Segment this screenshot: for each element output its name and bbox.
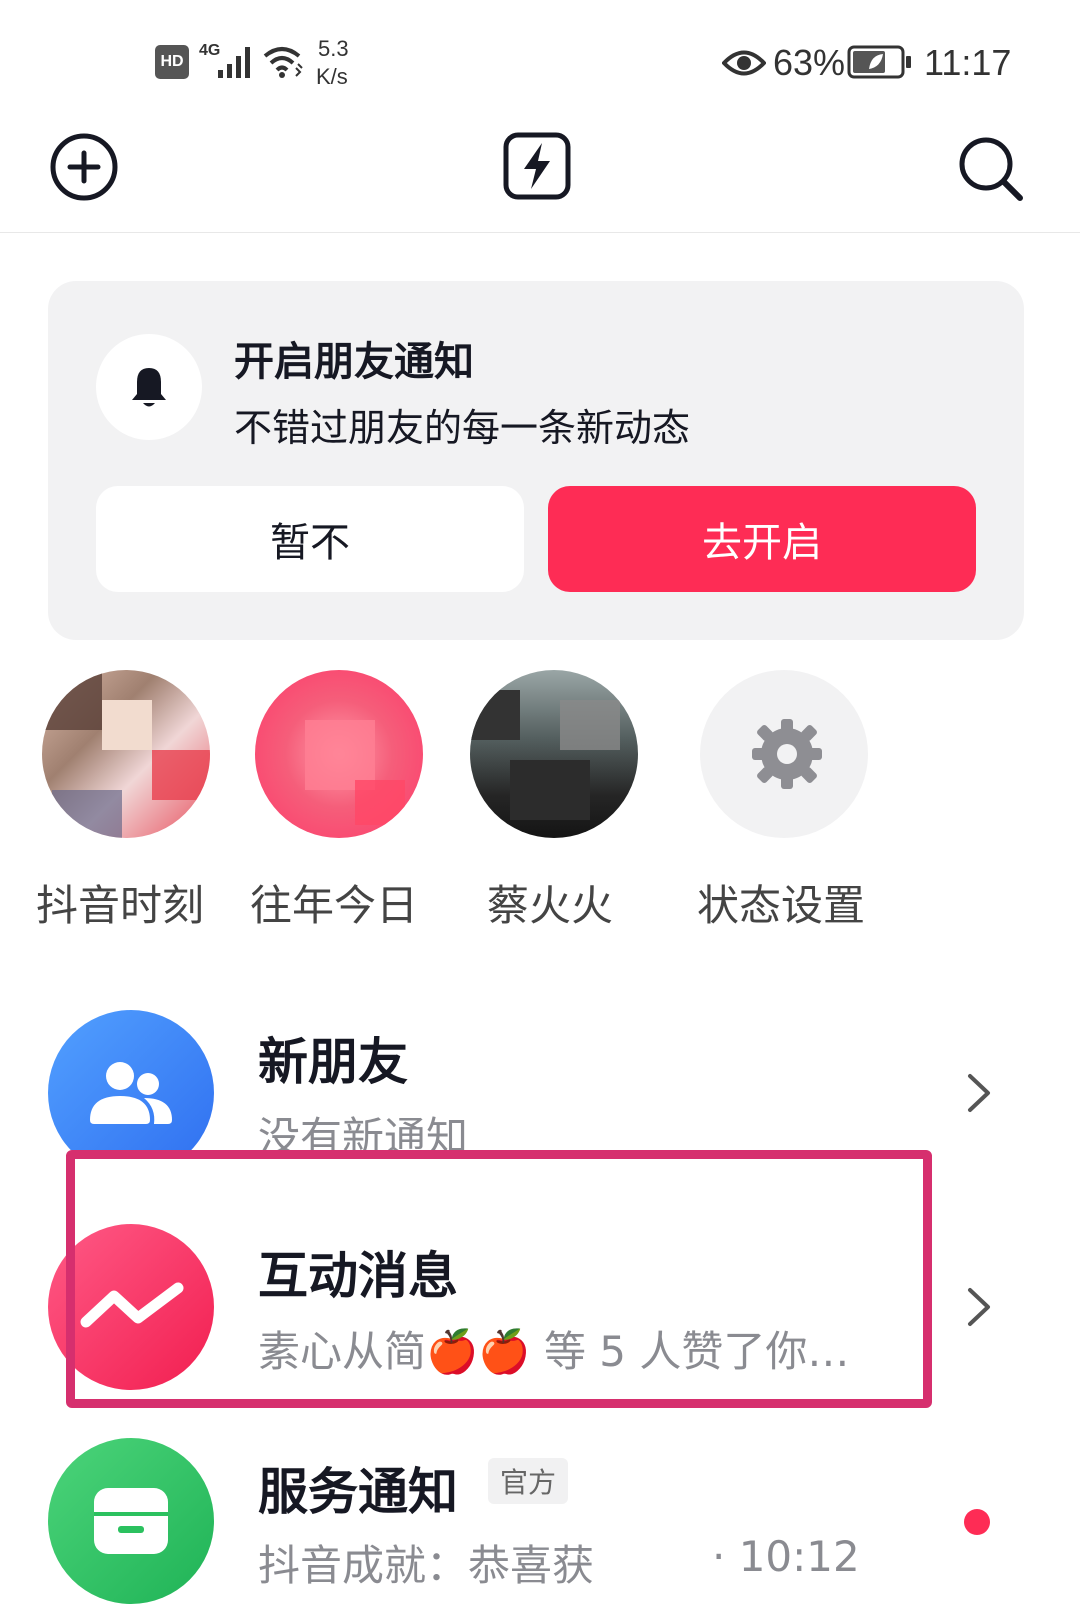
network-speed-unit: K/s (316, 64, 348, 89)
search-icon[interactable] (956, 134, 1026, 204)
row-subtitle: 抖音成就：恭喜获 (258, 1541, 595, 1590)
header-divider (0, 232, 1080, 233)
story-label: 状态设置 (697, 881, 866, 930)
network-speed-value: 5.3 (318, 36, 349, 61)
inbox-icon (94, 1488, 168, 1554)
gear-icon (752, 719, 822, 789)
row-title: 新朋友 (258, 1033, 408, 1091)
service-avatar (48, 1438, 214, 1604)
row-time: · 10:12 (712, 1532, 860, 1581)
story-avatar[interactable] (255, 670, 423, 838)
bell-circle (96, 334, 202, 440)
battery-icon (847, 45, 911, 79)
status-settings-avatar[interactable] (700, 670, 868, 838)
story-avatar[interactable] (42, 670, 210, 838)
chevron-right-icon (968, 1074, 990, 1112)
story-label: 蔡火火 (487, 881, 614, 930)
plus-circle-icon[interactable] (48, 131, 120, 203)
unread-dot (964, 1509, 990, 1535)
users-icon (90, 1062, 172, 1124)
story-avatar[interactable] (470, 670, 638, 838)
story-label: 往年今日 (250, 881, 419, 930)
bell-icon (132, 368, 166, 407)
card-subtitle: 不错过朋友的每一条新动态 (234, 406, 691, 450)
battery-percent: 63% (773, 42, 846, 83)
official-badge: 官方 (488, 1458, 569, 1504)
clock: 11:17 (924, 42, 1012, 83)
decline-button[interactable]: 暂不 (96, 486, 524, 592)
chevron-right-icon (968, 1288, 990, 1326)
card-title: 开启朋友通知 (234, 339, 474, 385)
lightning-icon[interactable] (502, 131, 572, 201)
friend-notification-card: 开启朋友通知 不错过朋友的每一条新动态 暂不 去开启 (48, 281, 1024, 640)
enable-button[interactable]: 去开启 (548, 486, 976, 592)
highlight-box (66, 1150, 932, 1408)
eye-icon (722, 50, 766, 76)
story-label: 抖音时刻 (36, 881, 205, 930)
row-title: 服务通知 (258, 1463, 458, 1521)
signal-icon (218, 47, 250, 78)
hd-badge: HD (155, 45, 189, 79)
wifi-icon (263, 47, 303, 78)
